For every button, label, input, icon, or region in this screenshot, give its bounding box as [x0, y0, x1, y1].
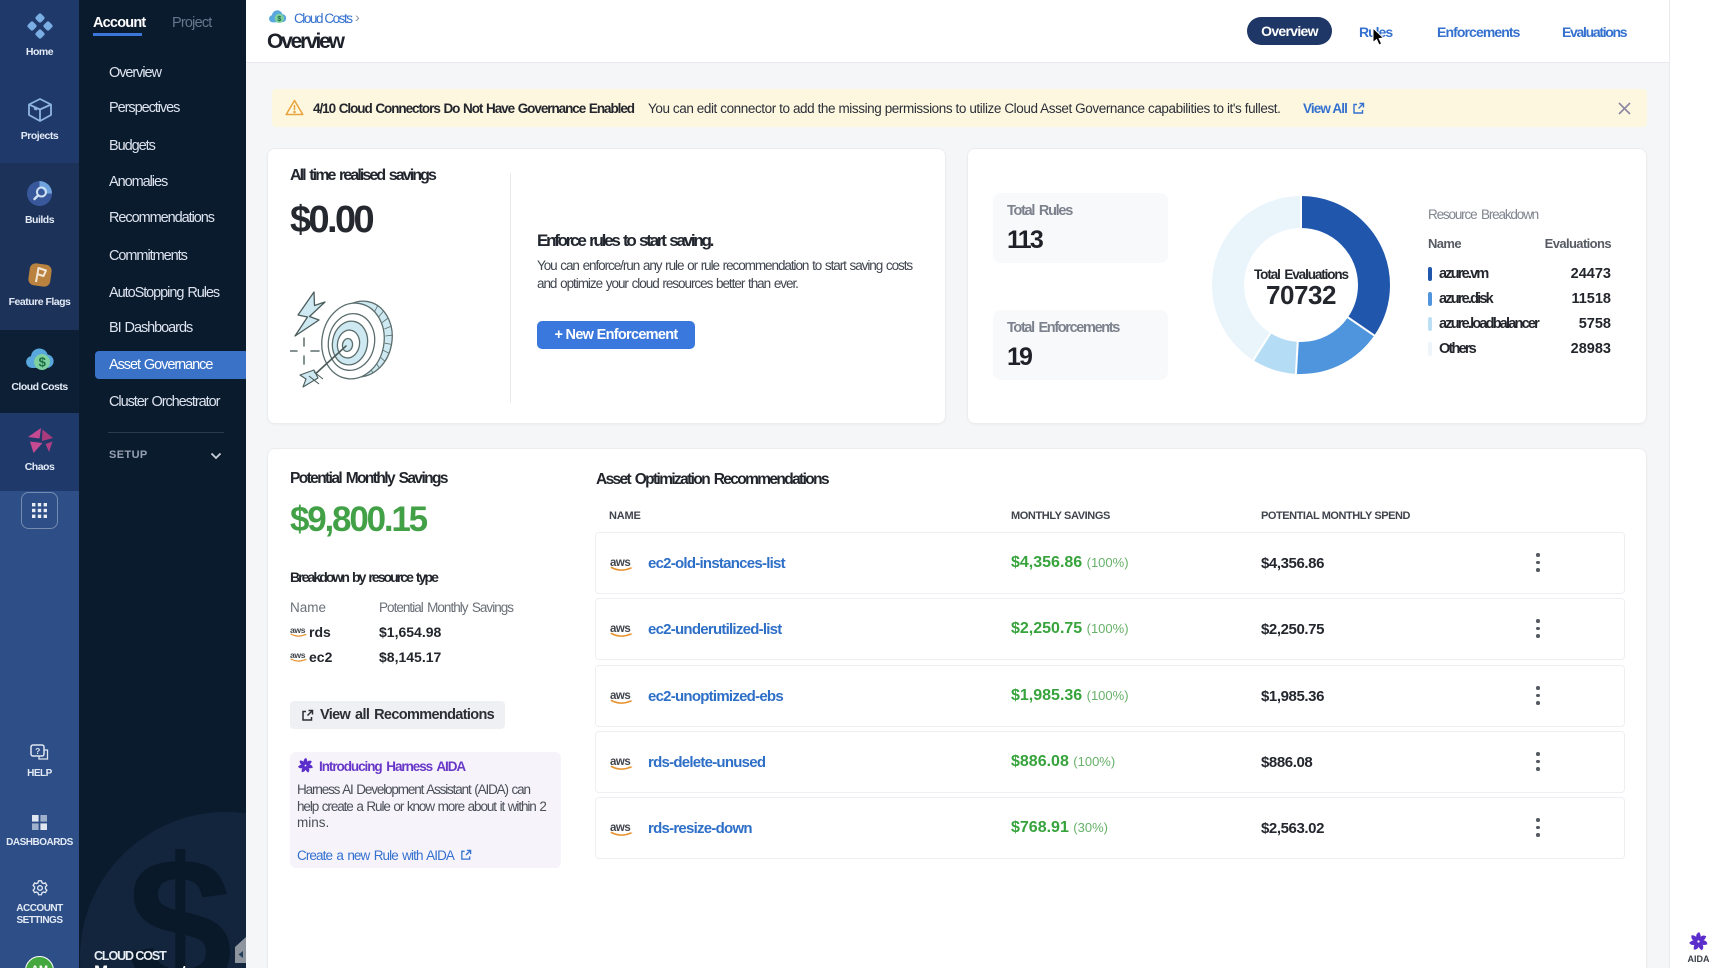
svg-text:aws: aws	[290, 650, 306, 660]
svg-text:$: $	[277, 14, 281, 23]
svg-text:aws: aws	[610, 756, 630, 768]
svg-text:aws: aws	[610, 822, 630, 834]
svg-text:aws: aws	[290, 625, 306, 635]
svg-text:$: $	[127, 819, 233, 968]
svg-text:?: ?	[35, 746, 40, 756]
svg-text:aws: aws	[610, 690, 630, 702]
svg-text:aws: aws	[610, 557, 630, 569]
svg-text:aws: aws	[610, 623, 630, 635]
